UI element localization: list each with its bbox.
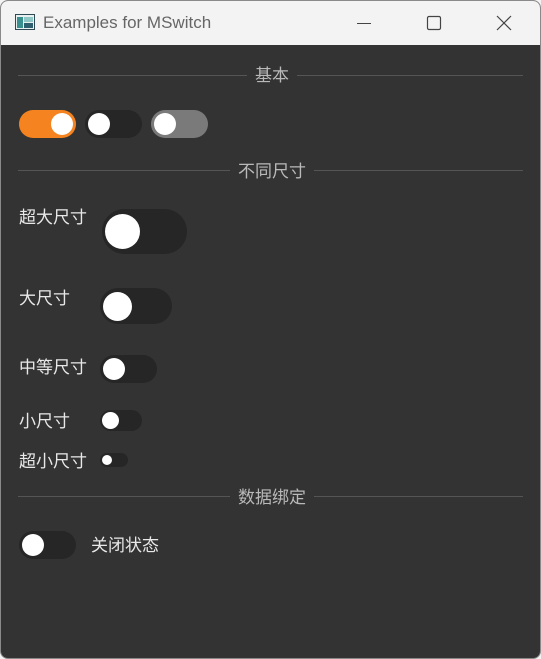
- maximize-button[interactable]: [411, 1, 457, 45]
- app-icon: [15, 14, 35, 30]
- switch-thumb: [103, 358, 125, 380]
- label-large: 大尺寸: [19, 289, 70, 309]
- app-window: Examples for MSwitch 基本 不同尺寸 超大尺寸 大尺寸 中等…: [0, 0, 541, 659]
- switch-large[interactable]: [100, 288, 172, 324]
- basic-switch-off[interactable]: [85, 110, 142, 138]
- maximize-icon: [426, 15, 442, 31]
- minimize-button[interactable]: [341, 1, 387, 45]
- window-title: Examples for MSwitch: [43, 13, 212, 32]
- switch-huge[interactable]: [102, 209, 187, 254]
- label-medium: 中等尺寸: [19, 358, 87, 378]
- section-title-basic: 基本: [247, 66, 297, 86]
- switch-thumb: [154, 113, 176, 135]
- switch-thumb: [103, 292, 132, 321]
- switch-thumb: [105, 214, 140, 249]
- switch-thumb: [88, 113, 110, 135]
- content-area: 基本 不同尺寸 超大尺寸 大尺寸 中等尺寸 小尺寸 超小尺寸 数据绑定 关闭状态: [1, 45, 540, 658]
- switch-thumb: [102, 455, 112, 465]
- switch-medium[interactable]: [100, 355, 157, 383]
- label-huge: 超大尺寸: [19, 208, 87, 228]
- binding-status-text: 关闭状态: [91, 536, 159, 556]
- minimize-icon: [357, 23, 371, 24]
- close-button[interactable]: [481, 1, 527, 45]
- binding-switch[interactable]: [19, 531, 76, 559]
- switch-thumb: [51, 113, 73, 135]
- switch-thumb: [102, 412, 119, 429]
- basic-switch-on[interactable]: [19, 110, 76, 138]
- title-bar[interactable]: Examples for MSwitch: [1, 1, 540, 45]
- section-title-binding: 数据绑定: [230, 488, 314, 508]
- label-small: 小尺寸: [19, 412, 70, 432]
- label-tiny: 超小尺寸: [19, 452, 87, 472]
- switch-small[interactable]: [100, 410, 142, 431]
- switch-tiny[interactable]: [100, 453, 128, 467]
- basic-switch-disabled: [151, 110, 208, 138]
- section-title-sizes: 不同尺寸: [230, 162, 314, 182]
- switch-thumb: [22, 534, 44, 556]
- close-icon: [496, 15, 512, 31]
